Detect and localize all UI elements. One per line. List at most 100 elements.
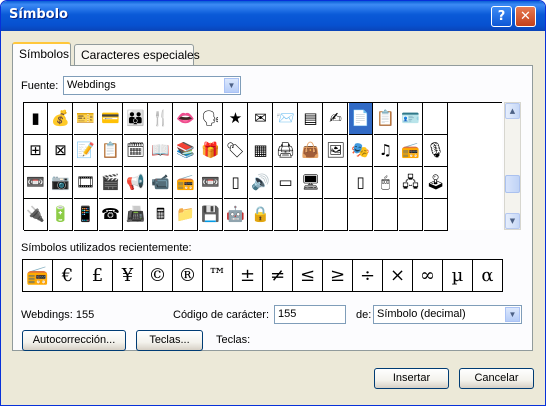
help-button[interactable]: ? <box>491 6 512 27</box>
video-camera-icon[interactable]: 📹 <box>149 167 173 199</box>
battery-icon[interactable]: ▮ <box>24 103 48 135</box>
floppy-disk-icon[interactable]: 💾 <box>199 199 223 231</box>
shortcut-key-button[interactable]: Teclas... <box>136 330 203 351</box>
recent-symbol[interactable]: ∞ <box>413 260 443 292</box>
knife-fork-icon[interactable]: 🍴 <box>149 103 173 135</box>
vcr-icon[interactable]: 📼 <box>199 167 223 199</box>
close-button[interactable]: ✕ <box>515 6 536 27</box>
recent-symbol[interactable]: 📻 <box>23 260 53 292</box>
bag-icon[interactable]: 👜 <box>299 135 323 167</box>
lips-icon[interactable]: 👄 <box>174 103 198 135</box>
id-badge-icon[interactable]: 🪪 <box>399 103 423 135</box>
recent-symbol[interactable]: ™ <box>203 260 233 292</box>
scroll-down-icon[interactable] <box>274 199 298 231</box>
camera-icon[interactable]: 📷 <box>49 167 73 199</box>
star-icon[interactable]: ★ <box>224 103 248 135</box>
recent-symbol[interactable]: © <box>143 260 173 292</box>
tab-special-characters[interactable]: Caracteres especiales <box>74 44 200 66</box>
slider-icon[interactable]: ▯ <box>224 167 248 199</box>
open-book-icon[interactable]: 📖 <box>149 135 173 167</box>
window-icon[interactable]: ⊞ <box>24 135 48 167</box>
film-strip-icon[interactable]: 🎞 <box>74 167 98 199</box>
form-icon[interactable]: ▤ <box>299 103 323 135</box>
money-bag-icon[interactable]: 💰 <box>49 103 73 135</box>
symbol-cell[interactable] <box>374 199 398 231</box>
tag-icon[interactable]: 🏷 <box>224 135 248 167</box>
autocorrect-button[interactable]: Autocorrección... <box>22 330 126 351</box>
mail-fast-icon[interactable]: 📨 <box>274 103 298 135</box>
cancel-button[interactable]: Cancelar <box>459 368 534 389</box>
recent-symbol[interactable]: ± <box>233 260 263 292</box>
chevron-down-icon[interactable]: ▼ <box>505 307 520 322</box>
spreadsheet-icon[interactable]: ▦ <box>249 135 273 167</box>
speaker-icon[interactable]: 🔊 <box>249 167 273 199</box>
symbol-cell[interactable] <box>324 199 348 231</box>
recent-symbol[interactable]: × <box>383 260 413 292</box>
battery-charger-icon[interactable]: 🔋 <box>49 199 73 231</box>
masks-icon[interactable]: 🎭 <box>349 135 373 167</box>
talking-head-icon[interactable]: 🗣 <box>199 103 223 135</box>
pencil-note-icon[interactable]: 📝 <box>74 135 98 167</box>
envelope-icon[interactable]: ✉ <box>249 103 273 135</box>
joystick-icon[interactable]: 🕹 <box>424 167 448 199</box>
mobile-phone-icon[interactable]: 📱 <box>74 199 98 231</box>
family-icon[interactable]: 👪 <box>124 103 148 135</box>
phone-icon[interactable]: ▯ <box>349 167 373 199</box>
scroll-track[interactable] <box>324 167 348 199</box>
ticket-icon[interactable]: 🎫 <box>74 103 98 135</box>
credit-card-icon[interactable]: 💳 <box>99 103 123 135</box>
character-code-input[interactable]: 155 <box>274 305 346 324</box>
radio-icon[interactable]: 📻 <box>399 135 423 167</box>
insert-button[interactable]: Insertar <box>374 368 449 389</box>
desk-phone-icon[interactable]: ☎ <box>99 199 123 231</box>
recent-symbol[interactable]: ≤ <box>293 260 323 292</box>
tape-icon[interactable]: 📼 <box>24 167 48 199</box>
megaphone-icon[interactable]: 📢 <box>124 167 148 199</box>
chevron-down-icon[interactable]: ▼ <box>224 78 239 93</box>
document-icon[interactable]: 📄 <box>349 103 373 135</box>
music-note-icon[interactable]: ♫ <box>374 135 398 167</box>
fax-icon[interactable]: 📠 <box>124 199 148 231</box>
computer-icon[interactable]: 🖥 <box>299 167 323 199</box>
font-select[interactable]: Webdings ▼ <box>63 76 241 95</box>
calculator-icon[interactable]: 🖩 <box>149 199 173 231</box>
from-select[interactable]: Símbolo (decimal) ▼ <box>373 305 522 324</box>
recent-symbol[interactable]: ÷ <box>353 260 383 292</box>
symbol-cell[interactable] <box>299 199 323 231</box>
mouse-icon[interactable]: 🖱 <box>374 167 398 199</box>
recent-symbol[interactable]: ≠ <box>263 260 293 292</box>
doc-list-icon[interactable]: 📋 <box>374 103 398 135</box>
clapper-icon[interactable]: 🎬 <box>99 167 123 199</box>
signature-icon[interactable]: ✍ <box>324 103 348 135</box>
lock-icon[interactable]: 🔒 <box>249 199 273 231</box>
gift-icon[interactable]: 🎁 <box>199 135 223 167</box>
network-icon[interactable]: 🖧 <box>399 167 423 199</box>
monitor-icon[interactable]: ▭ <box>274 167 298 199</box>
tab-symbols[interactable]: Símbolos <box>12 42 71 66</box>
folder-icon[interactable]: 📁 <box>174 199 198 231</box>
scrollbar-thumb[interactable] <box>505 175 520 193</box>
microphone-icon[interactable]: 🎙 <box>424 135 448 167</box>
symbol-cell[interactable] <box>424 199 448 231</box>
recent-symbol[interactable]: ¥ <box>113 260 143 292</box>
recent-symbol[interactable]: ≥ <box>323 260 353 292</box>
recent-symbol[interactable]: € <box>53 260 83 292</box>
recent-symbol[interactable]: £ <box>83 260 113 292</box>
recent-symbol[interactable]: µ <box>443 260 473 292</box>
title-bar[interactable]: Símbolo ? ✕ <box>1 1 545 31</box>
stack-books-icon[interactable]: 📚 <box>174 135 198 167</box>
symbol-cell[interactable] <box>399 199 423 231</box>
symbol-cell[interactable] <box>349 199 373 231</box>
scroll-up-icon[interactable] <box>424 103 448 135</box>
boombox-icon[interactable]: 📻 <box>174 167 198 199</box>
symbol-grid-scrollbar[interactable]: ▲ ▼ <box>504 102 521 230</box>
recent-symbol[interactable]: α <box>473 260 503 292</box>
robot-icon[interactable]: 🤖 <box>224 199 248 231</box>
recent-symbol[interactable]: ® <box>173 260 203 292</box>
photo-frame-icon[interactable]: 🖼 <box>324 135 348 167</box>
plug-icon[interactable]: 🔌 <box>24 199 48 231</box>
printer-icon[interactable]: 🖨 <box>274 135 298 167</box>
scroll-up-icon[interactable]: ▲ <box>505 103 520 119</box>
picture-frame-icon[interactable]: ⊠ <box>49 135 73 167</box>
clipboard-icon[interactable]: 📋 <box>99 135 123 167</box>
